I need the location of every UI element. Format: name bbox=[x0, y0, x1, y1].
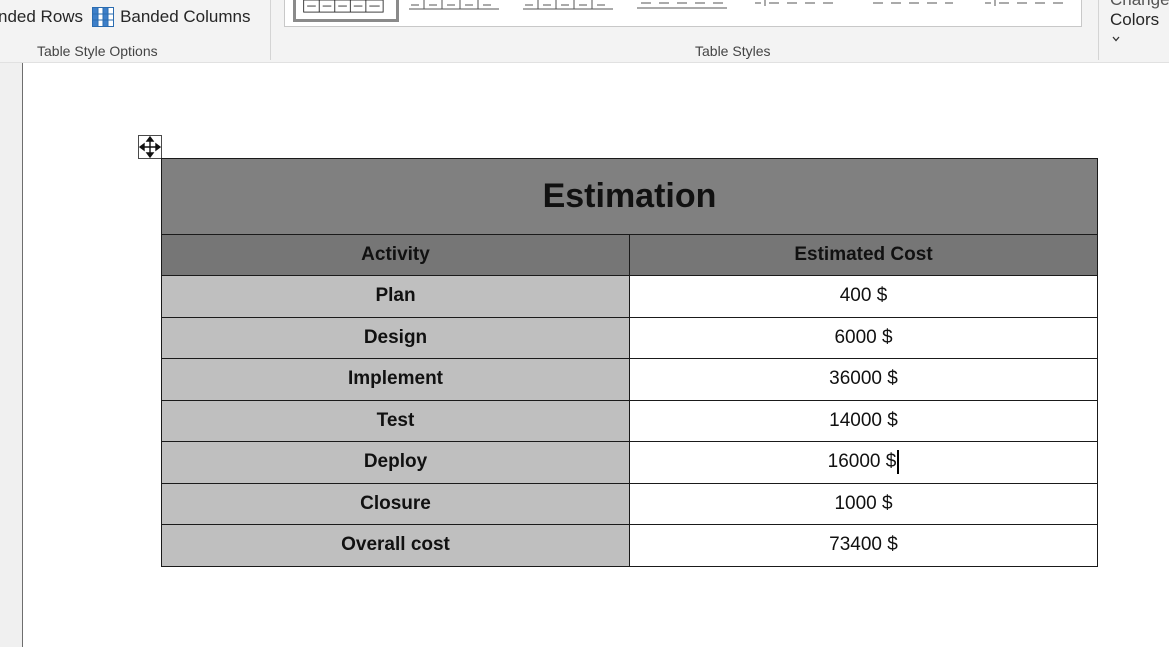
table-style-thumb[interactable] bbox=[637, 0, 729, 22]
table-row: Design 6000 $ bbox=[161, 316, 1098, 359]
table-style-thumb[interactable] bbox=[869, 0, 961, 22]
banded-columns-icon[interactable] bbox=[92, 7, 115, 27]
ribbon: nded Rows Banded Columns Table Style Opt… bbox=[0, 0, 1169, 63]
activity-cell[interactable]: Design bbox=[161, 316, 630, 359]
group-separator bbox=[270, 0, 271, 60]
group-separator bbox=[1098, 0, 1099, 60]
activity-cell[interactable]: Closure bbox=[161, 482, 630, 525]
change-colors-button[interactable]: Change Colors bbox=[1104, 0, 1169, 42]
table-row: Deploy 16000 $ bbox=[161, 441, 1098, 484]
banded-columns-checkbox-label[interactable]: Banded Columns bbox=[120, 7, 250, 27]
table-row: Plan 400 $ bbox=[161, 275, 1098, 318]
table-style-thumb[interactable] bbox=[409, 0, 501, 22]
activity-cell[interactable]: Plan bbox=[161, 275, 630, 318]
table-row: Implement 36000 $ bbox=[161, 358, 1098, 401]
cost-value: 16000 $ bbox=[827, 451, 897, 473]
table-style-thumb-selected[interactable] bbox=[293, 0, 399, 22]
cost-cell[interactable]: 73400 $ bbox=[629, 524, 1098, 567]
table-row-total: Overall cost 73400 $ bbox=[161, 524, 1098, 567]
table-style-thumb[interactable] bbox=[523, 0, 615, 22]
table-row: Closure 1000 $ bbox=[161, 482, 1098, 525]
cost-cell[interactable]: 14000 $ bbox=[629, 399, 1098, 442]
document-left-margin bbox=[0, 63, 23, 647]
header-estimated-cost[interactable]: Estimated Cost bbox=[629, 234, 1098, 276]
header-activity[interactable]: Activity bbox=[161, 234, 630, 276]
table-row: Test 14000 $ bbox=[161, 399, 1098, 442]
table-style-options-group-label: Table Style Options bbox=[37, 43, 158, 59]
table-move-handle-icon[interactable] bbox=[138, 135, 162, 159]
table-styles-group-label: Table Styles bbox=[695, 43, 771, 59]
activity-cell[interactable]: Deploy bbox=[161, 441, 630, 484]
change-colors-label: Colors bbox=[1110, 11, 1169, 47]
table-title[interactable]: Estimation bbox=[161, 158, 1098, 235]
activity-cell[interactable]: Overall cost bbox=[161, 524, 630, 567]
table-style-thumb[interactable] bbox=[753, 0, 845, 22]
table-style-options: nded Rows Banded Columns bbox=[0, 4, 250, 30]
cost-cell[interactable]: 1000 $ bbox=[629, 482, 1098, 525]
table-header-row: Activity Estimated Cost bbox=[161, 234, 1098, 276]
chevron-down-icon bbox=[1112, 36, 1120, 42]
table-style-thumb[interactable] bbox=[983, 0, 1075, 22]
estimation-table[interactable]: Estimation Activity Estimated Cost Plan … bbox=[161, 158, 1098, 567]
activity-cell[interactable]: Test bbox=[161, 399, 630, 442]
activity-cell[interactable]: Implement bbox=[161, 358, 630, 401]
cost-cell[interactable]: 36000 $ bbox=[629, 358, 1098, 401]
table-styles-gallery[interactable] bbox=[284, 0, 1082, 27]
table-title-row: Estimation bbox=[161, 158, 1098, 235]
cost-cell[interactable]: 400 $ bbox=[629, 275, 1098, 318]
cost-cell[interactable]: 6000 $ bbox=[629, 316, 1098, 359]
banded-rows-checkbox-label[interactable]: nded Rows bbox=[0, 7, 83, 27]
text-cursor bbox=[897, 450, 900, 475]
change-colors-label-top: Change bbox=[1110, 0, 1169, 9]
cost-cell-with-cursor[interactable]: 16000 $ bbox=[629, 441, 1098, 484]
